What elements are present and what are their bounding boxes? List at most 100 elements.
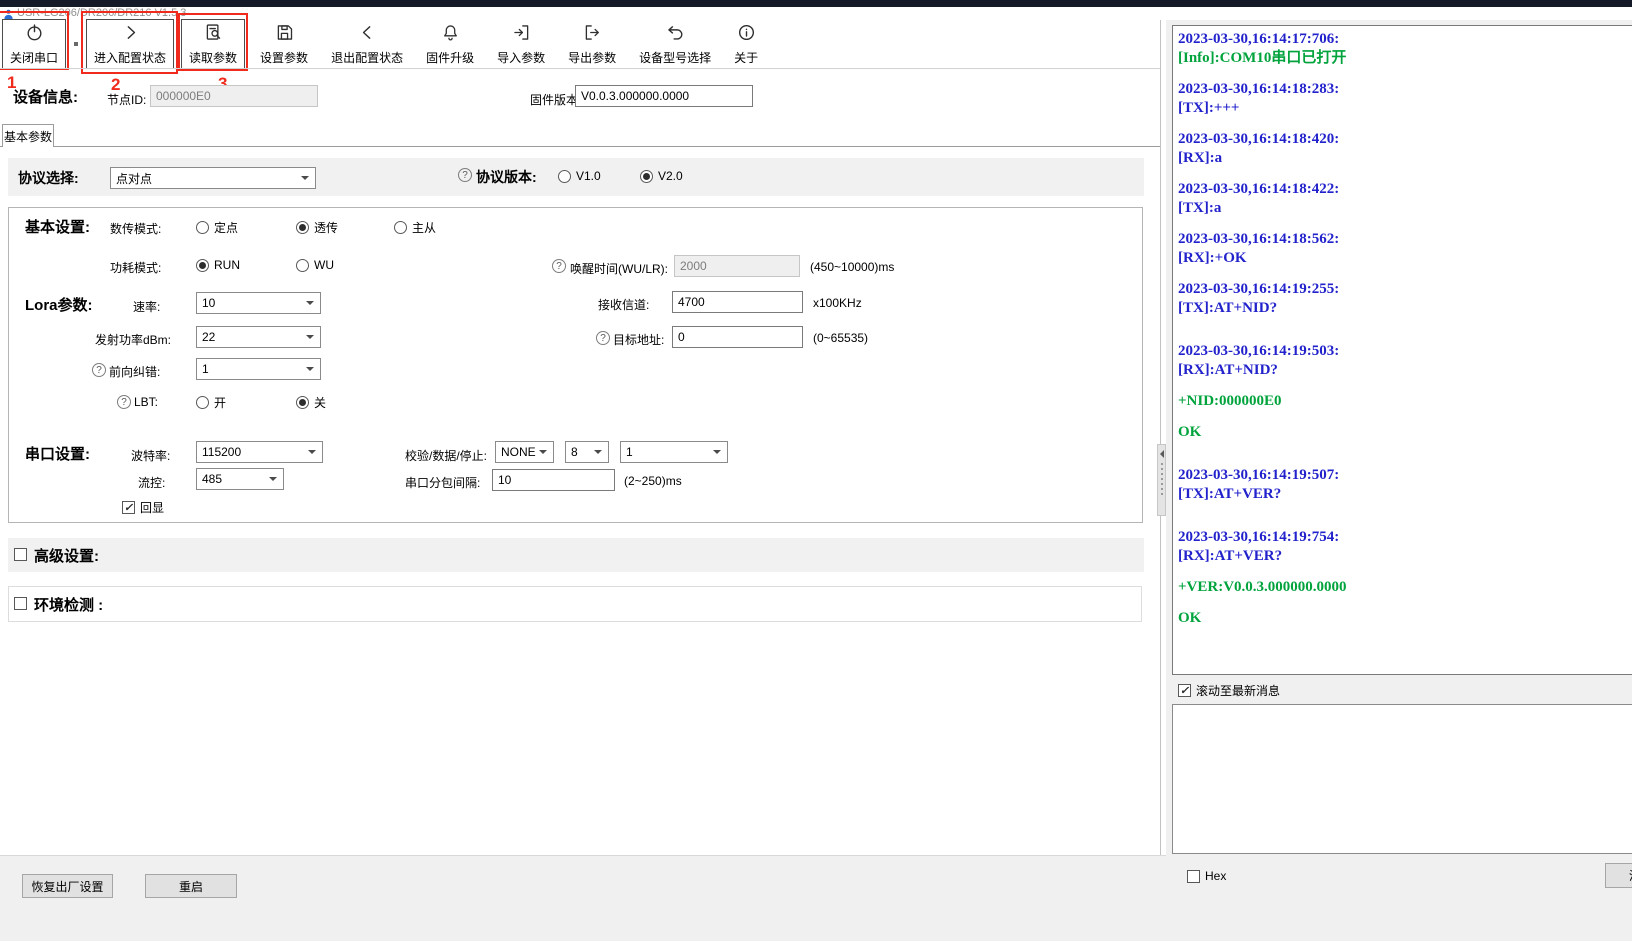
input-wake-time: 2000 <box>674 255 800 277</box>
checkbox-box <box>1178 684 1191 697</box>
select-protocol[interactable]: 点对点 <box>110 167 316 189</box>
radio-run[interactable]: RUN <box>196 258 240 272</box>
checkbox-box <box>14 597 27 610</box>
log-line: 2023-03-30,16:14:19:503: <box>1178 342 1632 361</box>
wake-time-label: 唤醒时间(WU/LR): <box>570 260 668 277</box>
firmware-label: 固件版本: <box>530 91 581 108</box>
button-restore-factory[interactable]: 恢复出厂设置 <box>22 874 113 898</box>
select-parity[interactable]: NONE <box>495 441 554 463</box>
log-line <box>1178 597 1632 609</box>
log-line <box>1178 454 1632 466</box>
window-title: USR-LG206/DR206/DR216 V1.5.3 <box>17 7 186 19</box>
checkbox-box <box>122 501 135 514</box>
lbt-label: LBT: <box>134 395 158 409</box>
log-line: 2023-03-30,16:14:18:283: <box>1178 80 1632 99</box>
radio-protocol-v1[interactable]: V1.0 <box>558 169 601 183</box>
toolbar-button-import-params[interactable]: 导入参数 <box>489 19 553 69</box>
transfer-mode-label: 数传模式: <box>110 220 161 237</box>
checkbox-label: 滚动至最新消息 <box>1196 682 1280 699</box>
help-glyph: ? <box>462 170 468 181</box>
toolbar-button-enter-config[interactable]: 进入配置状态 2 <box>86 19 174 69</box>
radio-dot <box>196 396 209 409</box>
advanced-settings-title: 高级设置: <box>34 545 99 566</box>
radio-dot <box>640 170 653 183</box>
toolbar-button-label: 固件升级 <box>426 49 474 66</box>
log-line <box>1178 118 1632 130</box>
help-icon-lbt[interactable]: ? <box>117 395 131 409</box>
select-rate[interactable]: 10 <box>196 292 321 314</box>
checkbox-echo[interactable]: 回显 <box>122 499 164 516</box>
toolbar-button-export-params[interactable]: 导出参数 <box>560 19 624 69</box>
checkbox-environment[interactable] <box>14 597 27 610</box>
log-line: [TX]:a <box>1178 199 1632 218</box>
input-rx-channel[interactable]: 4700 <box>672 291 803 313</box>
target-addr-hint: (0~65535) <box>813 331 868 345</box>
log-line: OK <box>1178 423 1632 442</box>
radio-wu[interactable]: WU <box>296 258 334 272</box>
toolbar-button-set-params[interactable]: 设置参数 <box>252 19 316 69</box>
log-line: [TX]:AT+VER? <box>1178 485 1632 504</box>
help-glyph: ? <box>121 397 127 408</box>
checkbox-hex[interactable]: Hex <box>1187 869 1226 883</box>
toolbar-button-label: 进入配置状态 <box>94 49 166 66</box>
advanced-settings-row <box>8 538 1144 572</box>
toolbar-button-close-serial[interactable]: 关闭串口 1 <box>2 19 66 69</box>
fec-label: 前向纠错: <box>109 363 160 380</box>
tab-basic-params[interactable]: 基本参数 <box>2 124 54 147</box>
radio-master-slave[interactable]: 主从 <box>394 219 436 236</box>
select-baud[interactable]: 115200 <box>196 441 323 463</box>
radio-label: RUN <box>214 258 240 272</box>
radio-fixed-point[interactable]: 定点 <box>196 219 238 236</box>
radio-lbt-off[interactable]: 关 <box>296 394 326 411</box>
input-target-addr[interactable]: 0 <box>672 326 803 348</box>
tabstrip-line <box>0 146 1160 147</box>
help-icon-protocol-version[interactable]: ? <box>458 168 472 182</box>
collapse-arrow-icon <box>1156 450 1164 458</box>
device-info-title: 设备信息: <box>13 86 78 107</box>
lora-params-title: Lora参数: <box>25 294 93 315</box>
log-line <box>1178 218 1632 230</box>
input-packet-interval[interactable]: 10 <box>492 469 615 491</box>
toolbar-button-read-params[interactable]: 读取参数 3 <box>181 19 245 69</box>
radio-dot <box>196 221 209 234</box>
toolbar-button-label: 关闭串口 <box>10 49 58 66</box>
toolbar-button-exit-config[interactable]: 退出配置状态 <box>323 19 411 69</box>
select-stop-bits[interactable]: 1 <box>620 441 728 463</box>
power-icon <box>24 22 45 48</box>
select-fec[interactable]: 1 <box>196 358 321 380</box>
radio-label: 透传 <box>314 219 338 236</box>
help-icon-wake-time[interactable]: ? <box>552 259 566 273</box>
select-data-bits[interactable]: 8 <box>565 441 609 463</box>
radio-lbt-on[interactable]: 开 <box>196 394 226 411</box>
radio-dot <box>394 221 407 234</box>
checkbox-scroll-latest[interactable]: 滚动至最新消息 <box>1178 682 1280 699</box>
select-flow[interactable]: 485 <box>196 468 284 490</box>
select-protocol-value: 点对点 <box>116 170 152 187</box>
toolbar-button-about[interactable]: 关于 <box>726 19 766 69</box>
help-icon-target-addr[interactable]: ? <box>596 331 610 345</box>
toolbar-button-label: 关于 <box>734 49 758 66</box>
wake-time-value: 2000 <box>680 259 707 273</box>
toolbar-button-label: 读取参数 <box>189 49 237 66</box>
target-addr-label: 目标地址: <box>613 331 664 348</box>
button-restart[interactable]: 重启 <box>145 874 237 898</box>
select-rate-value: 10 <box>202 296 215 310</box>
panel-splitter[interactable] <box>1157 444 1166 516</box>
radio-transparent[interactable]: 透传 <box>296 219 338 236</box>
checkbox-advanced[interactable] <box>14 548 27 561</box>
node-id-value: 000000E0 <box>156 89 211 103</box>
radio-protocol-v2[interactable]: V2.0 <box>640 169 683 183</box>
power-mode-label: 功耗模式: <box>110 259 161 276</box>
radio-label: V1.0 <box>576 169 601 183</box>
send-input-area[interactable] <box>1172 704 1632 854</box>
log-line: 2023-03-30,16:14:18:562: <box>1178 230 1632 249</box>
input-firmware-version[interactable]: V0.0.3.000000.0000 <box>575 85 753 107</box>
checkbox-label: Hex <box>1205 869 1226 883</box>
help-icon-fec[interactable]: ? <box>92 363 106 377</box>
log-area[interactable]: 2023-03-30,16:14:17:706:[Info]:COM10串口已打… <box>1172 25 1632 675</box>
toolbar-button-device-model[interactable]: 设备型号选择 <box>631 19 719 69</box>
select-tx-power[interactable]: 22 <box>196 326 321 348</box>
button-clear[interactable]: 清 <box>1605 863 1632 888</box>
log-line: [TX]:+++ <box>1178 99 1632 118</box>
toolbar-button-firmware-upgrade[interactable]: 固件升级 <box>418 19 482 69</box>
